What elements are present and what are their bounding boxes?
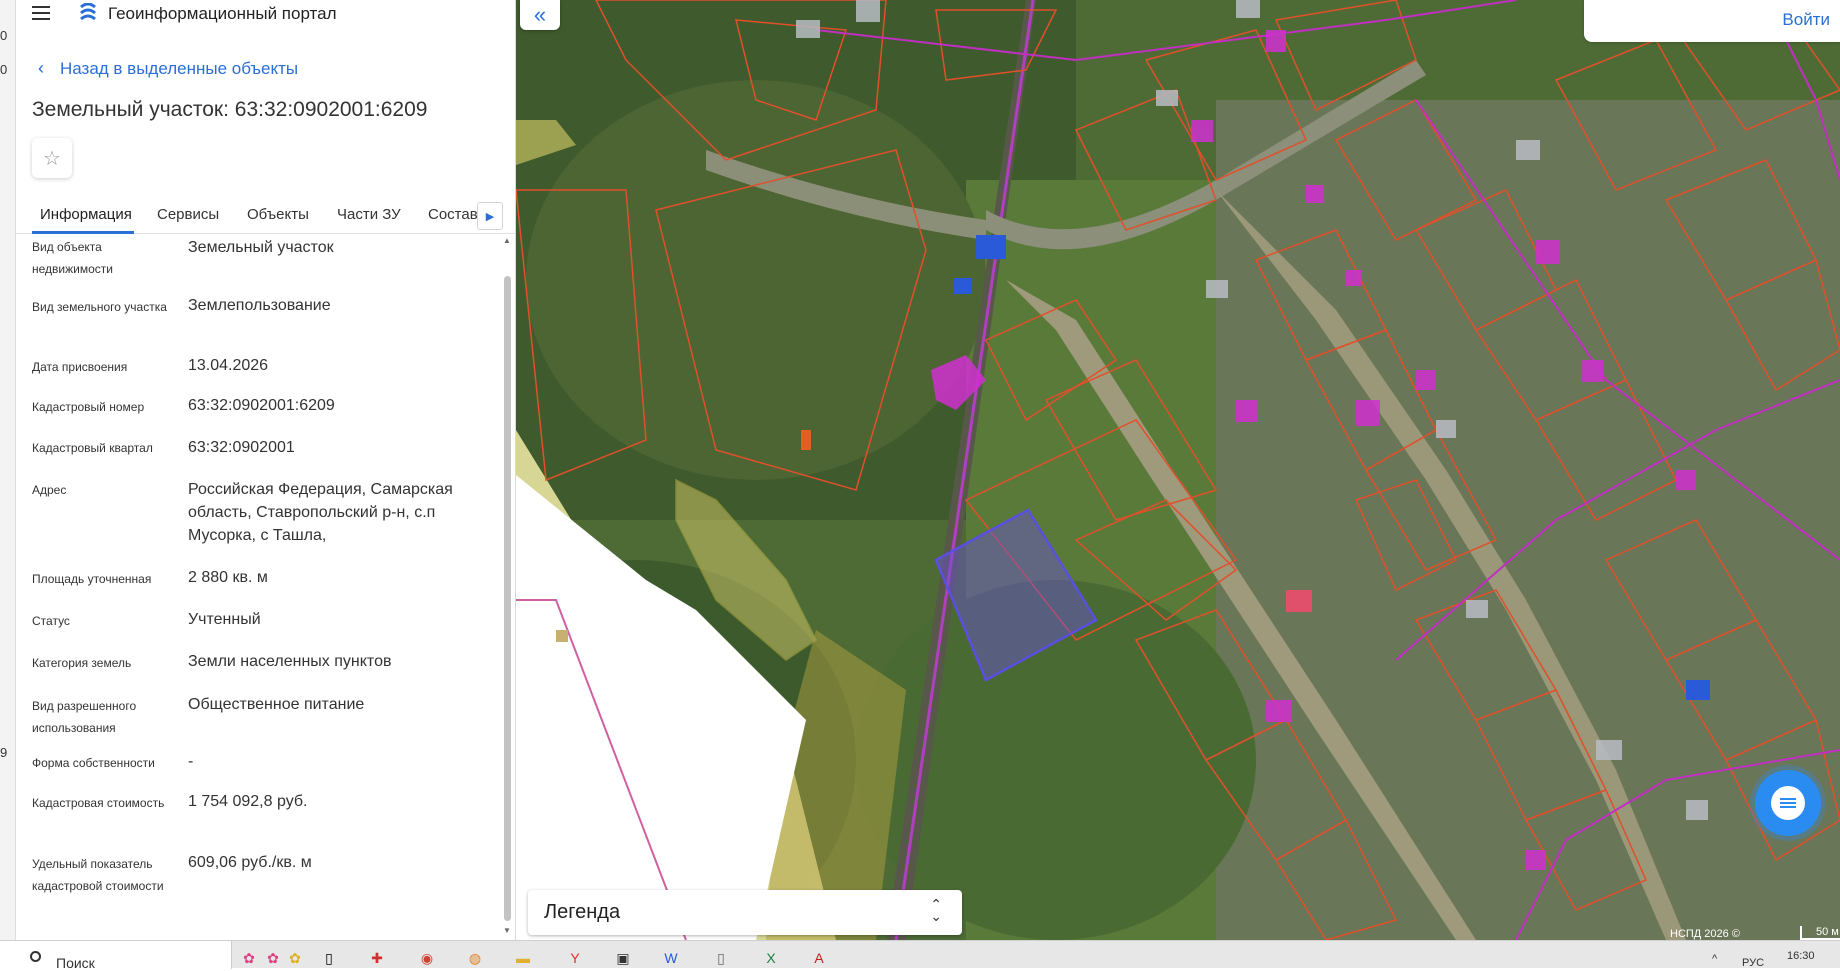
object-info-panel: Геоинформационный портал ‹ Назад в выдел… (16, 0, 516, 940)
word-icon[interactable]: W (660, 947, 682, 969)
property-label: Кадастровый номер (32, 400, 145, 414)
edge-glyph: 0 (0, 62, 8, 77)
excel-icon[interactable]: X (760, 947, 782, 969)
app-plus-icon[interactable]: ✚ (366, 947, 388, 969)
login-panel: Войти (1584, 0, 1840, 42)
tab-composition[interactable]: Состав (428, 206, 478, 223)
property-value: 63:32:0902001:6209 (188, 397, 335, 414)
map-copyright: НСПД 2026 © (1670, 928, 1740, 940)
app-header: Геоинформационный портал (16, 0, 515, 28)
property-value: - (188, 753, 194, 770)
tulips-icon[interactable]: ✿ (284, 947, 306, 969)
page-title: Земельный участок: 63:32:0902001:6209 (32, 98, 428, 121)
portal-logo-icon (80, 3, 96, 21)
tab-information[interactable]: Информация (40, 206, 132, 223)
property-label: Адрес (32, 483, 67, 497)
property-value: Общественное питание (188, 696, 365, 713)
file-icon[interactable]: ▯ (710, 947, 732, 969)
property-label: Вид разрешенного использования (32, 699, 137, 735)
collapse-panel-button[interactable]: « (520, 0, 560, 30)
map-canvas[interactable]: НСПД 2026 © 50 м (516, 0, 1840, 940)
tab-parcel-parts[interactable]: Части ЗУ (337, 206, 401, 223)
task-view-icon[interactable]: ▯ (318, 947, 340, 969)
tulips-icon[interactable]: ✿ (262, 947, 284, 969)
edge-glyph: 9 (0, 745, 8, 760)
search-placeholder: Поиск (56, 955, 95, 971)
property-value: 13.04.2026 (188, 357, 269, 374)
panel-scrollbar[interactable]: ▲ ▼ (501, 236, 513, 936)
active-tab-indicator (32, 231, 134, 234)
folder-icon[interactable]: ▬ (512, 947, 534, 969)
search-icon (30, 951, 41, 962)
property-label: Вид земельного участка (32, 300, 167, 314)
property-label: Вид объекта недвижимости (32, 240, 113, 276)
map-scale-bar: 50 м (1800, 926, 1840, 940)
tabs-scroll-right-button[interactable]: ▶ (477, 202, 503, 230)
tab-services[interactable]: Сервисы (157, 206, 219, 223)
back-to-selected-link[interactable]: ‹ Назад в выделенные объекты (38, 58, 298, 79)
background-window-edge: 0 0 9 (0, 0, 16, 940)
scrollbar-thumb[interactable] (504, 276, 511, 921)
property-label: Кадастровая стоимость (32, 796, 165, 810)
property-value: 609,06 руб./кв. м (188, 854, 312, 871)
chat-icon (1771, 786, 1805, 820)
status-value: Учтенный (188, 611, 261, 628)
property-value: 63:32:0902001 (188, 439, 295, 456)
property-value: Землепользование (188, 297, 331, 314)
property-label: Площадь уточненная (32, 572, 152, 586)
property-list: Вид объекта недвижимости Земельный участ… (16, 236, 500, 936)
property-label: Форма собственности (32, 756, 155, 770)
hamburger-menu-icon[interactable] (30, 2, 52, 24)
edge-glyph: 0 (0, 28, 8, 43)
tulips-icon[interactable]: ✿ (238, 947, 260, 969)
property-label: Категория земель (32, 656, 132, 670)
input-language[interactable]: РУС (1742, 957, 1764, 969)
address-value: Российская Федерация, Самарская область,… (188, 481, 453, 544)
property-label: Статус (32, 614, 70, 628)
pdf-icon[interactable]: A (808, 947, 830, 969)
tab-objects[interactable]: Объекты (247, 206, 309, 223)
tray-arrow-icon[interactable]: ^ (1712, 953, 1717, 965)
property-value: 1 754 092,8 руб. (188, 793, 308, 810)
windows-taskbar: Поиск ✿ ✿ ✿ ▯ ✚ ◉ ◍ ▬ Y ▣ W ▯ X A ^ РУС … (0, 940, 1840, 971)
property-value: 2 880 кв. м (188, 569, 268, 586)
back-link-label: Назад в выделенные объекты (60, 58, 299, 78)
legend-dropdown[interactable]: Легенда ⌃ ⌄ (528, 890, 962, 935)
firefox-icon[interactable]: ◍ (464, 947, 486, 969)
yandex-icon[interactable]: Y (564, 947, 586, 969)
clock[interactable]: 16:30 (1787, 950, 1815, 962)
satellite-map (516, 0, 1840, 940)
property-value: Земли населенных пунктов (188, 653, 392, 670)
chrome-icon[interactable]: ◉ (416, 947, 438, 969)
favorite-button[interactable]: ☆ (32, 138, 72, 178)
chevron-left-icon: ‹ (38, 58, 44, 78)
scroll-up-arrow-icon[interactable]: ▲ (503, 236, 511, 245)
chat-button[interactable] (1755, 770, 1821, 836)
login-button[interactable]: Войти (1782, 10, 1830, 30)
tab-bar: Информация Сервисы Объекты Части ЗУ Сост… (16, 198, 515, 234)
scroll-down-arrow-icon[interactable]: ▼ (503, 926, 511, 935)
portal-title: Геоинформационный портал (108, 4, 337, 23)
expand-collapse-icon: ⌃ ⌄ (930, 896, 942, 924)
property-label: Удельный показатель кадастровой стоимост… (32, 857, 164, 893)
property-label: Кадастровый квартал (32, 441, 153, 455)
legend-label: Легенда (544, 901, 621, 923)
property-label: Дата присвоения (32, 360, 128, 374)
property-value: Земельный участок (188, 239, 334, 256)
taskbar-search[interactable]: Поиск (0, 941, 232, 971)
archive-icon[interactable]: ▣ (612, 947, 634, 969)
star-icon: ☆ (43, 147, 61, 170)
